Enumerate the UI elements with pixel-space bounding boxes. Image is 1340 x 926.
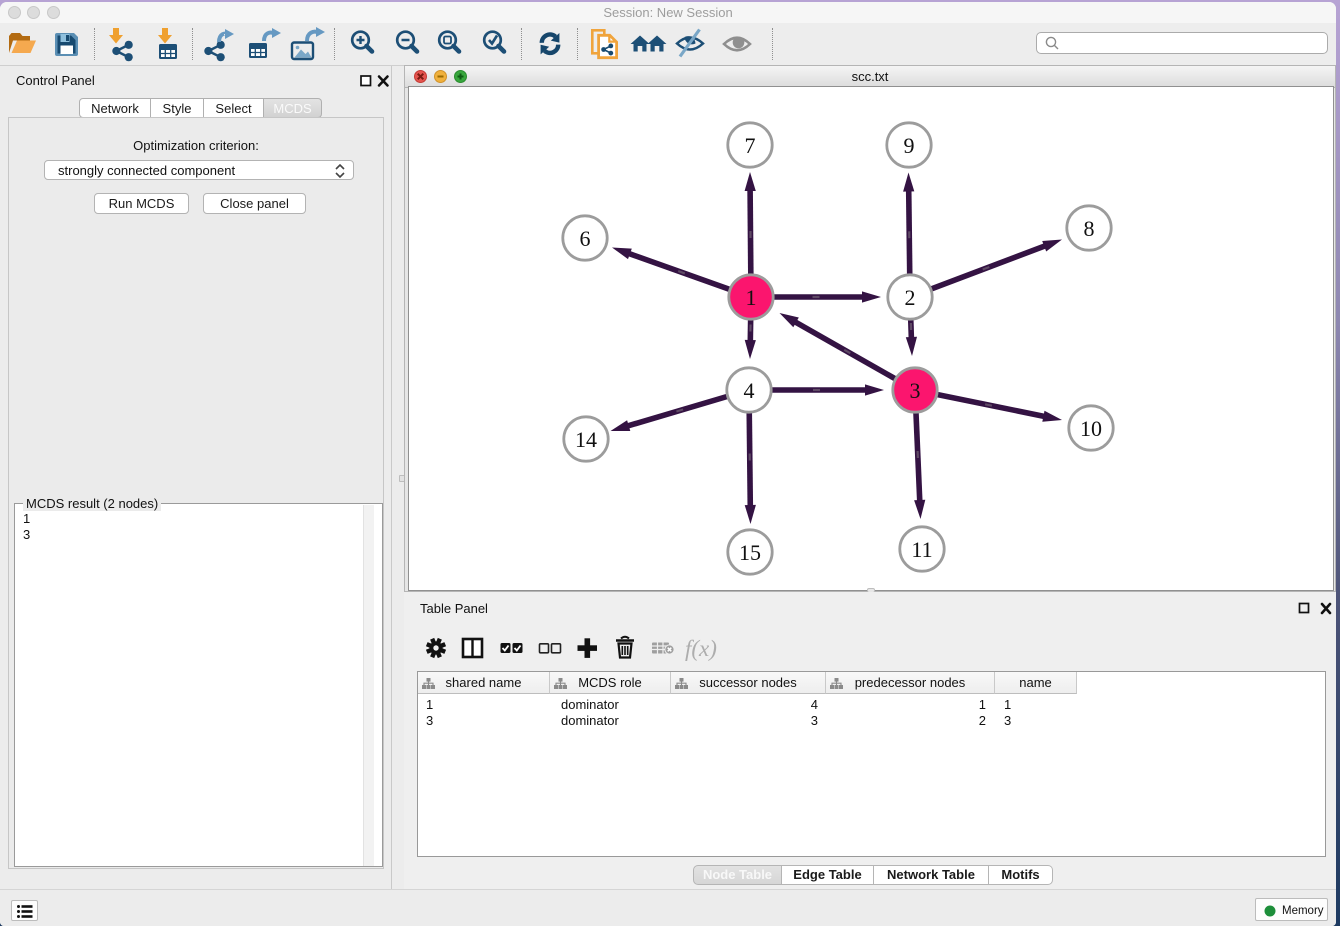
svg-text:8: 8 <box>1084 216 1095 241</box>
svg-text:10: 10 <box>1080 416 1102 441</box>
svg-text:2: 2 <box>905 285 916 310</box>
svg-text:f(x): f(x) <box>685 636 717 661</box>
svg-text:7: 7 <box>745 133 756 158</box>
svg-text:9: 9 <box>904 133 915 158</box>
svg-text:3: 3 <box>910 378 921 403</box>
svg-text:15: 15 <box>739 540 761 565</box>
svg-text:11: 11 <box>911 537 932 562</box>
svg-text:6: 6 <box>580 226 591 251</box>
svg-text:14: 14 <box>575 427 597 452</box>
svg-text:4: 4 <box>744 378 755 403</box>
svg-text:1: 1 <box>746 285 757 310</box>
